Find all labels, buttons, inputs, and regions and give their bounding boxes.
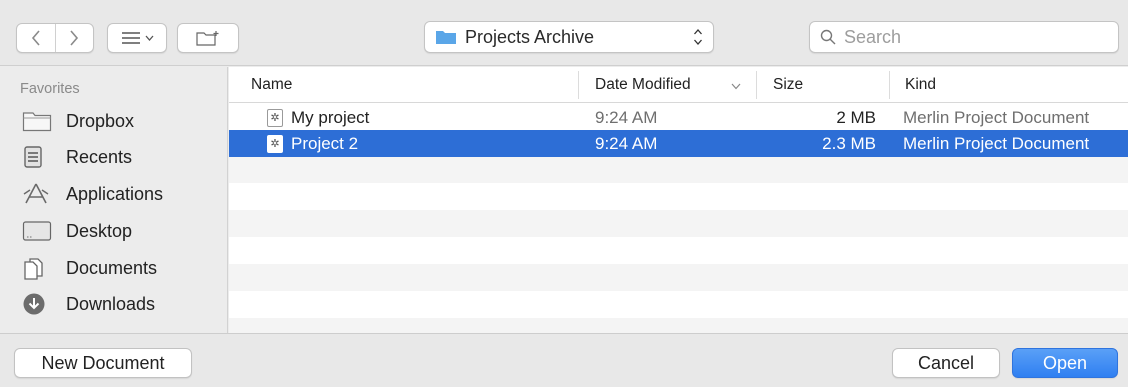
column-divider[interactable] <box>889 71 890 99</box>
location-popup[interactable]: Projects Archive <box>424 21 714 53</box>
footer-bar: New Document Cancel Open <box>0 333 1128 387</box>
folder-icon <box>22 112 52 132</box>
location-label: Projects Archive <box>465 26 595 47</box>
downloads-icon <box>23 293 45 315</box>
empty-row <box>229 318 1128 333</box>
file-name: My project <box>291 107 370 127</box>
back-forward-control <box>16 23 94 53</box>
sidebar-item-downloads[interactable]: Downloads <box>22 289 155 319</box>
open-button[interactable]: Open <box>1012 348 1118 378</box>
file-date: 9:24 AM <box>595 133 658 153</box>
recents-icon <box>24 146 42 168</box>
folder-icon <box>436 31 456 44</box>
file-kind: Merlin Project Document <box>903 133 1090 153</box>
sidebar-heading: Favorites <box>20 81 80 97</box>
file-row-my-project[interactable]: ✲ My project 9:24 AM 2 MB Merlin Project… <box>229 104 1128 131</box>
empty-row <box>229 210 1128 237</box>
back-button[interactable] <box>17 24 55 52</box>
file-size: 2.3 MB <box>822 133 876 153</box>
file-list: Name Date Modified Size Kind ✲ My projec… <box>229 67 1128 333</box>
updown-chevron-icon <box>694 29 702 45</box>
sidebar-item-dropbox[interactable]: Dropbox <box>22 106 134 136</box>
column-divider[interactable] <box>578 71 579 99</box>
applications-icon <box>23 183 49 204</box>
merlin-document-icon: ✲ <box>267 134 283 153</box>
column-divider[interactable] <box>756 71 757 99</box>
documents-icon <box>24 258 43 280</box>
new-folder-button[interactable] <box>177 23 239 53</box>
new-folder-icon <box>196 31 219 46</box>
empty-row <box>229 264 1128 291</box>
column-header-date-modified[interactable]: Date Modified <box>595 67 691 103</box>
chevron-right-icon <box>70 30 79 46</box>
new-document-button[interactable]: New Document <box>14 348 192 378</box>
file-date: 9:24 AM <box>595 107 658 127</box>
column-header-name[interactable]: Name <box>251 67 292 103</box>
search-field[interactable] <box>809 21 1119 53</box>
sidebar-item-applications[interactable]: Applications <box>22 179 163 209</box>
empty-row <box>229 156 1128 183</box>
sidebar-item-documents[interactable]: Documents <box>22 253 157 283</box>
view-options-button[interactable] <box>107 23 167 53</box>
file-row-project-2[interactable]: ✲ Project 2 9:24 AM 2.3 MB Merlin Projec… <box>229 130 1128 157</box>
sidebar-item-desktop[interactable]: Desktop <box>22 216 132 246</box>
sidebar: Favorites Dropbox Recents Applications D… <box>0 67 228 333</box>
chevron-left-icon <box>31 30 40 46</box>
file-size: 2 MB <box>836 107 876 127</box>
search-input[interactable] <box>844 26 1104 48</box>
chevron-down-icon <box>145 35 153 41</box>
merlin-document-icon: ✲ <box>267 108 283 127</box>
column-header-size[interactable]: Size <box>773 67 803 103</box>
list-header: Name Date Modified Size Kind <box>229 67 1128 103</box>
forward-button[interactable] <box>54 24 93 52</box>
file-kind: Merlin Project Document <box>903 107 1090 127</box>
cancel-button[interactable]: Cancel <box>892 348 1000 378</box>
list-view-icon <box>121 32 140 44</box>
desktop-icon <box>22 221 52 241</box>
file-name: Project 2 <box>291 133 359 153</box>
sort-chevron-icon <box>731 83 741 90</box>
sidebar-item-recents[interactable]: Recents <box>22 142 132 172</box>
column-header-kind[interactable]: Kind <box>905 67 936 103</box>
toolbar: Projects Archive <box>0 0 1128 66</box>
search-icon <box>820 29 836 45</box>
